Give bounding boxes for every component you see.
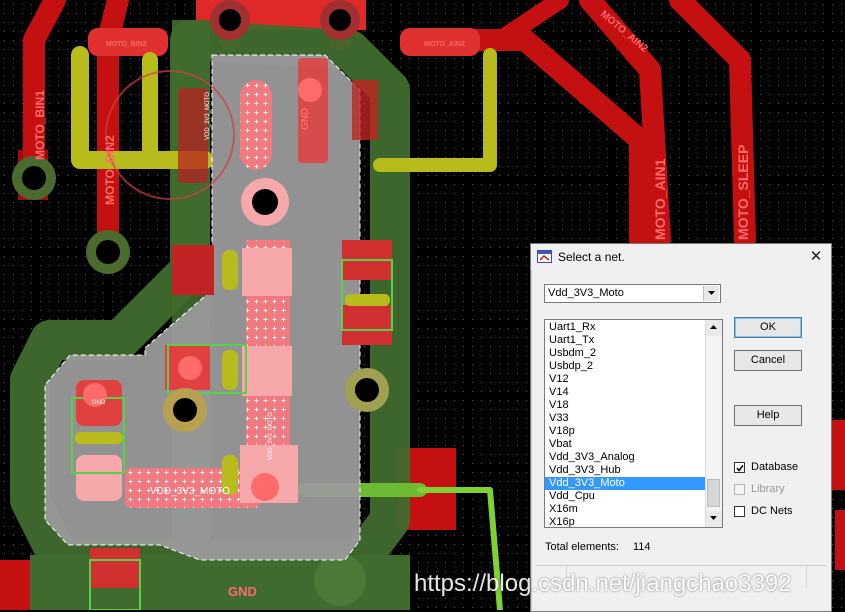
net-list-item[interactable]: Vdd_3V3_Analog [545,451,705,464]
list-scrollbar[interactable] [705,320,722,527]
net-label-moto-ain1: MOTO_AIN1 [652,158,668,240]
net-list-item[interactable]: Vdd_3V3_Moto [545,477,705,490]
chevron-up-icon [710,325,717,329]
total-elements: Total elements: 114 [545,541,651,553]
app-icon [537,250,552,263]
checkbox-box[interactable] [734,462,745,473]
net-select-dropdown[interactable]: Vdd_3V3_Moto [544,284,721,303]
pad-label: MOTO_AIN2 [424,41,465,48]
net-list-item[interactable]: Uart1_Rx [545,321,705,334]
net-label-vdd-3v3-moto: VDD_3V3_MOTO [150,486,230,497]
dropdown-button[interactable] [703,286,719,301]
net-label-gnd: GND [228,584,257,599]
net-list-item[interactable]: V12 [545,373,705,386]
net-list-item[interactable]: Vdd_Cpu [545,490,705,503]
pad-label: MOTO_BIN2 [106,41,147,48]
net-listbox[interactable]: Uart1_Rx Uart1_Tx Usbdm_2 Usbdp_2 V12 V14 V18 V… [544,319,723,528]
scroll-down-button[interactable] [706,511,722,527]
net-list-item[interactable]: Usbdp_2 [545,360,705,373]
net-list-item[interactable]: V33 [545,412,705,425]
net-list-item[interactable]: V18 [545,399,705,412]
total-count: 114 [632,541,651,553]
close-button[interactable]: ✕ [807,248,825,265]
checkbox-box[interactable] [734,506,745,517]
net-select-value: Vdd_3V3_Moto [548,287,624,299]
net-label-moto-bin1: MOTO_BIN1 [33,90,47,160]
dialog-titlebar[interactable]: Select a net. ✕ [531,244,831,270]
select-net-dialog: Select a net. ✕ Vdd_3V3_Moto Uart1_Rx Uar… [530,243,832,612]
net-label-vdd-vertical: VDD_3V3_MOTO [268,412,274,460]
green-via [314,554,366,606]
help-button[interactable]: Help [734,405,802,426]
net-list: Uart1_Rx Uart1_Tx Usbdm_2 Usbdp_2 V12 V14 V18 V… [545,321,705,527]
net-list-item[interactable]: Uart1_Tx [545,334,705,347]
net-list-item[interactable]: Vbat [545,438,705,451]
chevron-down-icon [710,516,717,520]
net-list-item[interactable]: X16m [545,503,705,516]
net-list-item[interactable]: X16p [545,516,705,527]
pad-label: GND [92,400,106,406]
cancel-button[interactable]: Cancel [734,350,802,371]
checkbox-box [734,484,745,495]
watermark: https://blog.csdn.net/jiangchao3392 [414,570,792,597]
net-list-item[interactable]: Usbdm_2 [545,347,705,360]
net-list-item[interactable]: V18p [545,425,705,438]
ok-button[interactable]: OK [734,317,802,338]
total-label: Total elements: [545,541,619,553]
net-list-item[interactable]: Vdd_3V3_Hub [545,464,705,477]
net-label-moto-bin2: MOTO_BIN2 [103,135,117,205]
close-icon: ✕ [809,248,823,265]
dialog-title: Select a net. [558,250,625,264]
checkbox-label: DC Nets [751,505,793,517]
chevron-down-icon [708,291,715,295]
checkmark-icon [736,465,744,472]
net-label-gnd: GND [300,108,311,130]
net-label-vdd-vertical: VDD_3V3_MOTO [205,92,211,140]
net-list-item[interactable]: V14 [545,386,705,399]
scroll-thumb[interactable] [707,479,720,507]
checkbox-label: Library [751,483,785,495]
red-pad [835,510,845,570]
checkbox-label: Database [751,461,799,473]
net-label-moto-sleep: MOTO_SLEEP [735,145,751,240]
scroll-up-button[interactable] [706,320,722,336]
